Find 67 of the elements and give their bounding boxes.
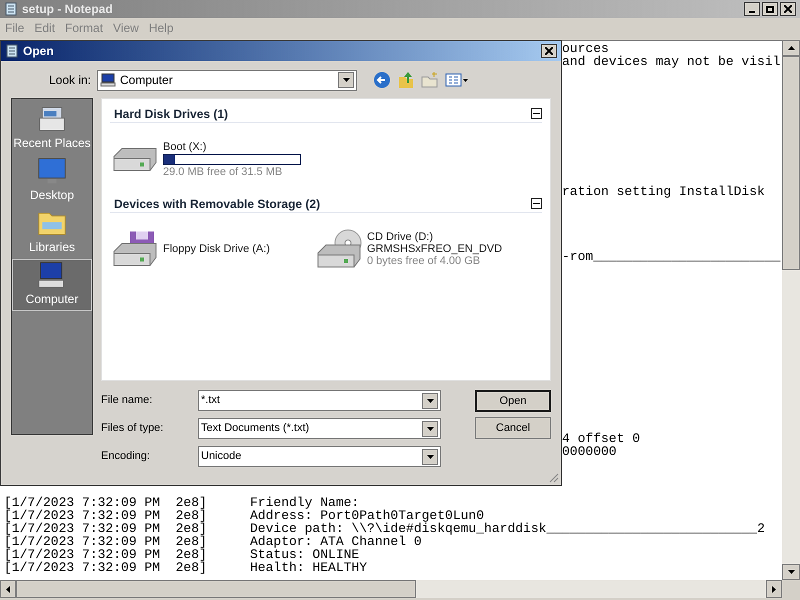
combo-box[interactable]: Unicode [198,446,441,467]
combo-box[interactable]: *.txt [198,390,441,411]
minimize-icon[interactable] [744,2,760,16]
computer-icon [100,73,116,87]
free-space-text: 0 bytes free of 4.00 GB [367,255,482,267]
close-icon[interactable] [541,44,557,58]
text-line: ration setting InstallDisk [562,185,766,198]
log-timestamp: [1/7/2023 7:32:09 PM 2e8] [4,522,208,535]
log-message: Friendly Name: [250,496,360,509]
log-timestamp: [1/7/2023 7:32:09 PM 2e8] [4,509,208,522]
log-message: Status: ONLINE [250,548,360,561]
window-title: setup - Notepad [22,1,113,18]
group-heading: Devices with Removable Storage (2) [114,196,320,212]
log-timestamp: [1/7/2023 7:32:09 PM 2e8] [4,561,208,574]
drive-name: Boot (X:) [163,140,208,152]
dialog-button[interactable]: Cancel [475,417,551,439]
log-timestamp: [1/7/2023 7:32:09 PM 2e8] [4,548,208,561]
collapse-icon[interactable] [531,198,542,209]
volume-label: GRMSHSxFREO_EN_DVD [367,243,502,255]
look-in-dropdown[interactable]: Computer [97,70,357,90]
drive-item[interactable]: Boot (X:) 29.0 MB free of 31.5 MB [110,140,314,178]
text-line: 0000000 [562,445,618,458]
log-timestamp: [1/7/2023 7:32:09 PM 2e8] [4,535,208,548]
cd-drive-icon [317,229,362,269]
scroll-left-icon[interactable] [0,580,16,598]
dialog-title: Open [23,43,54,60]
scroll-right-icon[interactable] [766,580,782,598]
log-message: Device path: \\?\ide#diskqemu_harddisk___________________________2 [250,522,765,535]
place-item[interactable]: Desktop [12,155,92,207]
field-label: File name: [101,393,154,408]
look-in-label: Look in: [48,72,92,89]
view-menu-icon[interactable] [445,72,469,88]
place-item[interactable]: Computer [12,259,92,311]
combo-box[interactable]: Text Documents (*.txt) [198,418,441,439]
close-icon[interactable] [780,2,796,16]
drive-name: Floppy Disk Drive (A:) [163,243,270,255]
resize-grip-icon[interactable] [549,473,559,483]
field-label: Files of type: [101,421,164,436]
place-item[interactable]: Libraries [12,207,92,259]
scrollbar-thumb[interactable] [16,580,416,598]
place-item[interactable]: Recent Places [12,103,92,155]
notepad-icon [5,44,19,58]
text-line: and devices may not be visil [562,55,782,68]
vertical-scrollbar[interactable] [782,40,800,580]
log-message: Health: HEALTHY [250,561,368,574]
scroll-up-icon[interactable] [782,40,800,56]
text-line: ources [562,42,609,55]
log-message: Adaptor: ATA Channel 0 [250,535,422,548]
dialog-button[interactable]: Open [475,390,551,412]
floppy-drive-icon [113,231,158,267]
group-heading: Hard Disk Drives (1) [114,106,228,122]
drive-name: CD Drive (D:) [367,231,434,243]
text-line: -rom________________________ [562,250,782,263]
log-timestamp: [1/7/2023 7:32:09 PM 2e8] [4,496,208,509]
drive-item[interactable]: Floppy Disk Drive (A:) [110,231,314,267]
scrollbar-thumb[interactable] [782,56,800,270]
notepad-icon [4,2,18,16]
free-space-text: 29.0 MB free of 31.5 MB [163,166,284,178]
collapse-icon[interactable] [531,108,542,119]
scroll-down-icon[interactable] [782,564,800,580]
hard-drive-icon [113,146,158,172]
text-line: 4 offset 0 [562,432,642,445]
horizontal-scrollbar[interactable] [0,580,782,598]
drive-item[interactable]: CD Drive (D:) GRMSHSxFREO_EN_DVD 0 bytes free of 4.00 GB [314,229,518,269]
restore-icon[interactable] [762,2,778,16]
field-label: Encoding: [101,449,151,464]
log-message: Address: Port0Path0Target0Lun0 [250,509,484,522]
